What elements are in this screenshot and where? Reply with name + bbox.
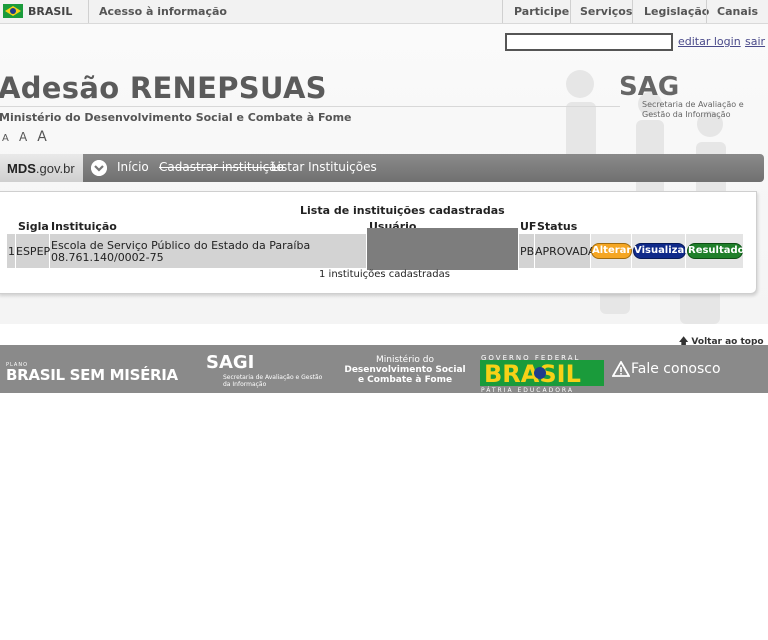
footer-sagi-logo[interactable]: SAGI [206, 352, 254, 373]
footer-patria-educadora: PÁTRIA EDUCADORA [481, 387, 574, 394]
gov-top-bar: BRASIL Acesso à informação Participe Ser… [0, 0, 768, 24]
logout-link[interactable]: sair [745, 35, 765, 48]
footer-ministry-line1: Ministério do [375, 355, 434, 365]
row-uf: PB [520, 245, 535, 258]
gov-link-canais[interactable]: Canais [717, 5, 758, 18]
header-sigla: Sigla [18, 220, 49, 233]
divider [88, 0, 89, 23]
fale-conosco-link[interactable]: Fale conosco [631, 361, 721, 377]
login-input[interactable] [505, 33, 673, 51]
nav-item-inicio[interactable]: Início [117, 160, 149, 174]
table-title: Lista de instituições cadastradas [300, 204, 505, 217]
sagi-description: Secretaria de Avaliação e Gestão da Info… [642, 100, 744, 119]
footer-brasil-text: BRASIL [484, 360, 581, 386]
alterar-button[interactable]: Alterar [591, 243, 632, 259]
main-nav [0, 154, 764, 182]
mds-logo-suffix: .gov.br [35, 161, 75, 176]
chevron-down-icon[interactable] [91, 160, 107, 176]
nav-item-cadastrar[interactable]: Cadastrar instituição [159, 160, 284, 174]
header-status: Status [537, 220, 578, 233]
font-size-controls: A A A [2, 126, 52, 145]
footer-ministry-line2[interactable]: Desenvolvimento Social e Combate à Fome [344, 365, 466, 385]
header-instituicao: Instituição [51, 220, 117, 233]
warning-icon [612, 361, 630, 377]
brazil-flag-icon [3, 4, 23, 18]
ministry-subtitle: Ministério do Desenvolvimento Social e C… [0, 111, 352, 124]
font-size-small-button[interactable]: A [2, 133, 9, 144]
edit-login-link[interactable]: editar login [678, 35, 741, 48]
institution-count: 1 instituições cadastradas [319, 269, 450, 280]
divider [706, 0, 707, 23]
divider [502, 0, 503, 23]
nav-item-listar[interactable]: Listar Instituições [271, 160, 377, 174]
divider [570, 0, 571, 23]
title-divider [0, 106, 620, 107]
footer-brasil-sem-miseria-logo[interactable]: BRASIL SEM MISÉRIA [6, 366, 178, 384]
sagi-logo-text: SAGI [619, 72, 679, 102]
header-uf: UF [520, 220, 537, 233]
page-title: Adesão RENEPSUAS [0, 71, 327, 105]
row-status: APROVADA [535, 245, 596, 258]
visualizar-button[interactable]: Visualizar [633, 243, 689, 259]
access-info-link[interactable]: Acesso à informação [99, 5, 227, 18]
gov-link-servicos[interactable]: Serviços [580, 5, 632, 18]
gov-brasil-link[interactable]: BRASIL [28, 5, 72, 18]
sagi-logo: SAGI [619, 72, 679, 102]
mds-logo-main: MDS [7, 161, 36, 176]
footer-brasil-logo[interactable]: BRASIL [480, 360, 604, 386]
gov-link-participe[interactable]: Participe [514, 5, 569, 18]
redacted-user [367, 228, 518, 270]
mds-logo[interactable]: MDS.gov.br [7, 161, 75, 176]
font-size-medium-button[interactable]: A [19, 130, 27, 144]
row-index: 1 [8, 245, 15, 258]
gov-link-legislacao[interactable]: Legislação [644, 5, 709, 18]
divider [632, 0, 633, 23]
row-sigla: ESPEP [16, 245, 51, 258]
footer-sagi-subtitle: Secretaria de Avaliação e Gestão da Info… [223, 374, 323, 388]
resultado-button[interactable]: Resultado [687, 243, 745, 259]
row-cnpj: 08.761.140/0002-75 [51, 251, 164, 264]
font-size-large-button[interactable]: A [37, 129, 47, 145]
